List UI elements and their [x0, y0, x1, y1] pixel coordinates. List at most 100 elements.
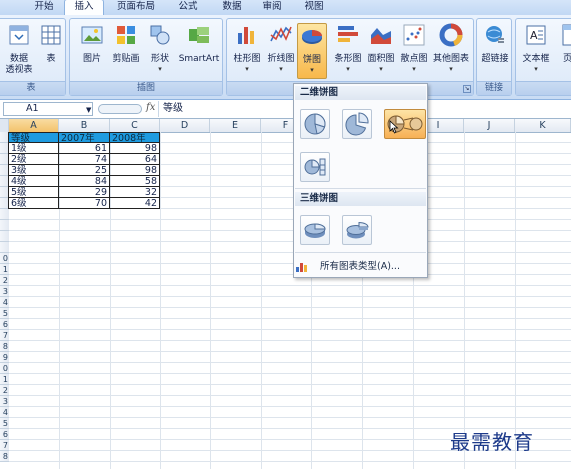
column-header-a[interactable]: A	[9, 119, 59, 132]
all-chart-types-menu-item[interactable]: 所有图表类型(A)...	[320, 260, 400, 274]
pivot-table-sub-label: 透视表	[5, 65, 33, 75]
table-cell[interactable]: 64	[110, 154, 160, 165]
insert-function-icon[interactable]: fx	[146, 102, 155, 113]
table-cell[interactable]: 42	[110, 198, 160, 209]
hyperlink-button[interactable]: 超链接	[477, 23, 513, 79]
line-chart-button[interactable]: 折线图 ▾	[263, 23, 299, 79]
formula-input[interactable]: 等级	[158, 101, 183, 117]
table-cell[interactable]: 58	[110, 176, 160, 187]
formula-bar-resize-handle[interactable]	[98, 104, 142, 114]
bar-chart-label: 条形图	[334, 54, 362, 64]
pie-3d-option[interactable]	[300, 215, 330, 245]
row-header[interactable]: 0	[0, 363, 9, 374]
table-cell[interactable]: 74	[59, 154, 110, 165]
row-header[interactable]: 5	[0, 418, 9, 429]
row-header[interactable]: 8	[0, 341, 9, 352]
row-header[interactable]	[0, 231, 9, 242]
row-header[interactable]: 7	[0, 330, 9, 341]
watermark: 最需教育	[450, 430, 534, 454]
pie-2d-option[interactable]	[300, 109, 330, 139]
area-chart-icon	[371, 28, 391, 44]
row-header[interactable]: 4	[0, 297, 9, 308]
cell-a1[interactable]: 等级	[8, 132, 59, 143]
row-header[interactable]: 3	[0, 396, 9, 407]
tab-data[interactable]: 数据	[214, 0, 250, 15]
name-box[interactable]: A1	[3, 102, 93, 116]
row-header[interactable]: 6	[0, 429, 9, 440]
bar-chart-button[interactable]: 条形图 ▾	[330, 23, 366, 79]
column-chart-button[interactable]: 柱形图 ▾	[229, 23, 265, 79]
shapes-button[interactable]: 形状 ▾	[142, 23, 178, 79]
formula-bar: A1 ▼ fx 等级	[0, 101, 571, 119]
tab-home[interactable]: 开始	[26, 0, 62, 15]
row-header[interactable]: 3	[0, 286, 9, 297]
row-header[interactable]: 1	[0, 264, 9, 275]
row-header[interactable]	[0, 209, 9, 220]
clip-art-label: 剪贴画	[112, 54, 140, 64]
bar-of-pie-option[interactable]	[300, 152, 330, 182]
table-cell[interactable]: 98	[110, 143, 160, 154]
table-cell[interactable]: 2级	[8, 154, 59, 165]
header-footer-button[interactable]: 页眉	[554, 23, 571, 79]
table-cell[interactable]: 4级	[8, 176, 59, 187]
column-header-b[interactable]: B	[59, 119, 110, 132]
table-cell[interactable]: 32	[110, 187, 160, 198]
table-cell[interactable]: 84	[59, 176, 110, 187]
cell-c1[interactable]: 2008年	[110, 132, 160, 143]
tab-formulas[interactable]: 公式	[170, 0, 206, 15]
column-header-d[interactable]: D	[160, 119, 210, 132]
other-charts-button[interactable]: 其他图表 ▾	[430, 23, 472, 79]
row-header[interactable]	[0, 220, 9, 231]
column-header-k[interactable]: K	[515, 119, 571, 132]
pivot-table-button[interactable]: 数据 透视表	[1, 23, 37, 79]
table-cell[interactable]: 1级	[8, 143, 59, 154]
table-cell[interactable]: 70	[59, 198, 110, 209]
row-header[interactable]: 8	[0, 451, 9, 462]
table-cell[interactable]: 29	[59, 187, 110, 198]
row-header[interactable]	[0, 242, 9, 253]
row-header[interactable]: 6	[0, 319, 9, 330]
exploded-pie-2d-option[interactable]	[342, 109, 372, 139]
row-header[interactable]: 1	[0, 374, 9, 385]
tab-view[interactable]: 视图	[296, 0, 332, 15]
tab-review[interactable]: 审阅	[254, 0, 290, 15]
row-header[interactable]: 5	[0, 308, 9, 319]
table-cell[interactable]: 5级	[8, 187, 59, 198]
pie-chart-dropdown: 二维饼图 三维饼图 所有图表类型(A)...	[293, 83, 428, 278]
grid-line	[160, 132, 161, 469]
cell-b1[interactable]: 2007年	[59, 132, 110, 143]
worksheet[interactable]: A B C D E F G H I J K 012345678901234567…	[0, 119, 571, 469]
table-cell[interactable]: 98	[110, 165, 160, 176]
ribbon: 数据 透视表 表 表 图片 剪贴画 形状 ▾ SmartArt 插图 柱形图 ▾…	[0, 15, 571, 100]
picture-button[interactable]: 图片	[74, 23, 110, 79]
area-chart-button[interactable]: 面积图 ▾	[363, 23, 399, 79]
smartart-button[interactable]: SmartArt	[178, 23, 220, 79]
select-all-corner[interactable]	[0, 119, 9, 132]
tab-insert[interactable]: 插入	[64, 0, 104, 15]
column-header-e[interactable]: E	[210, 119, 261, 132]
row-header[interactable]: 7	[0, 440, 9, 451]
group-text-title	[516, 81, 571, 95]
table-cell[interactable]: 61	[59, 143, 110, 154]
scatter-chart-button[interactable]: 散点图 ▾	[396, 23, 432, 79]
table-cell[interactable]: 3级	[8, 165, 59, 176]
table-cell[interactable]: 25	[59, 165, 110, 176]
mouse-cursor-icon	[389, 120, 399, 134]
table-cell[interactable]: 6级	[8, 198, 59, 209]
charts-dialog-launcher[interactable]: ↘	[463, 85, 471, 93]
tab-page-layout[interactable]: 页面布局	[110, 0, 162, 15]
table-button[interactable]: 表	[33, 23, 69, 79]
row-header[interactable]: 4	[0, 407, 9, 418]
name-box-dropdown-icon[interactable]: ▼	[86, 106, 91, 114]
row-header[interactable]: 2	[0, 275, 9, 286]
row-header[interactable]: 0	[0, 253, 9, 264]
text-box-button[interactable]: A 文本框 ▾	[518, 23, 554, 79]
text-box-icon: A	[526, 25, 546, 45]
exploded-pie-3d-option[interactable]	[342, 215, 372, 245]
column-header-j[interactable]: J	[464, 119, 515, 132]
column-header-c[interactable]: C	[110, 119, 160, 132]
row-header[interactable]: 2	[0, 385, 9, 396]
clip-art-button[interactable]: 剪贴画	[108, 23, 144, 79]
pie-chart-button[interactable]: 饼图 ▾	[297, 23, 327, 79]
row-header[interactable]: 9	[0, 352, 9, 363]
